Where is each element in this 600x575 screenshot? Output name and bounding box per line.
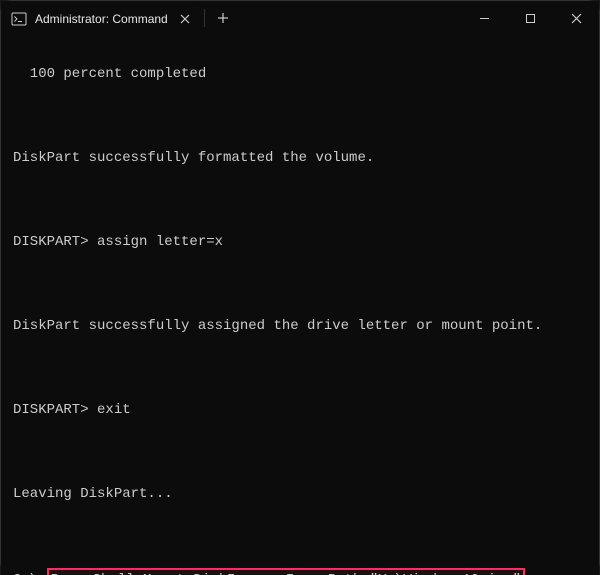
blank-line — [13, 190, 587, 211]
cmd-icon — [11, 11, 27, 27]
output-line: DISKPART> assign letter=x — [13, 232, 587, 253]
new-tab-button[interactable] — [208, 1, 238, 35]
output-line: DISKPART> exit — [13, 400, 587, 421]
output-line: DiskPart successfully assigned the drive… — [13, 316, 587, 337]
titlebar: Administrator: Command Promp — [1, 1, 599, 35]
command-text: exit — [97, 402, 131, 418]
close-window-button[interactable] — [553, 1, 599, 35]
tab-title: Administrator: Command Promp — [35, 12, 169, 26]
prompt: DISKPART> — [13, 234, 97, 250]
blank-line — [13, 274, 587, 295]
tab-command-prompt[interactable]: Administrator: Command Promp — [1, 3, 201, 35]
output-line: DiskPart successfully formatted the volu… — [13, 148, 587, 169]
output-line: 100 percent completed — [13, 64, 587, 85]
output-line: Leaving DiskPart... — [13, 484, 587, 505]
blank-line — [13, 358, 587, 379]
blank-line — [13, 526, 587, 547]
maximize-button[interactable] — [507, 1, 553, 35]
titlebar-drag-region[interactable] — [238, 1, 461, 35]
tab-close-button[interactable] — [177, 11, 193, 27]
blank-line — [13, 106, 587, 127]
terminal-output[interactable]: 100 percent completed DiskPart successfu… — [1, 35, 599, 575]
tab-separator — [204, 9, 205, 27]
command-text: assign letter=x — [97, 234, 223, 250]
blank-line — [13, 442, 587, 463]
prompt: DISKPART> — [13, 402, 97, 418]
minimize-button[interactable] — [461, 1, 507, 35]
